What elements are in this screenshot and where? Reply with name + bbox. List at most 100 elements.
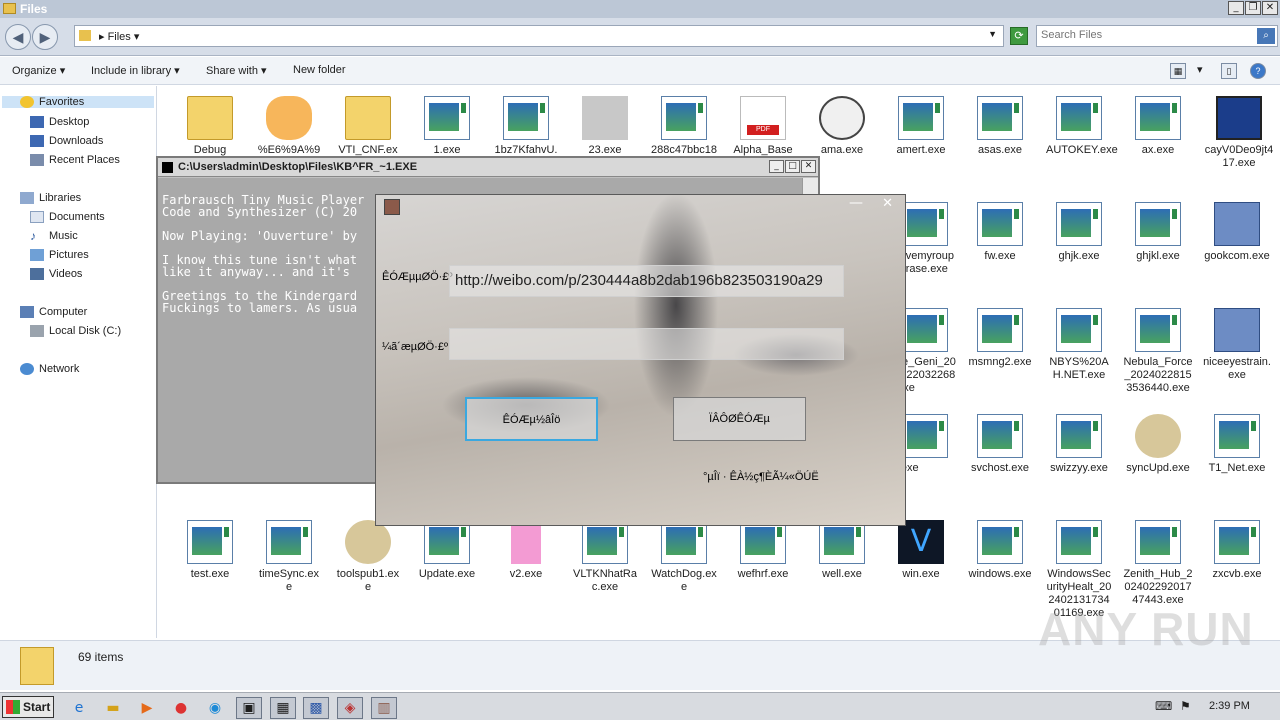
view-icon[interactable]: ▦ bbox=[1170, 63, 1186, 79]
file-item[interactable]: toolspub1.exe bbox=[330, 520, 406, 594]
search-input[interactable] bbox=[1041, 29, 1251, 41]
file-item[interactable]: 23.exe bbox=[567, 96, 643, 157]
nav-computer[interactable]: Computer bbox=[20, 306, 87, 318]
nav-recent-places[interactable]: Recent Places bbox=[30, 154, 120, 166]
nav-music[interactable]: ♪ Music bbox=[30, 230, 78, 242]
file-item[interactable]: syncUpd.exe bbox=[1120, 414, 1196, 475]
folder-icon bbox=[345, 96, 391, 140]
minimize-button[interactable]: _ bbox=[769, 160, 784, 173]
file-item[interactable]: Update.exe bbox=[409, 520, 485, 581]
edge-icon[interactable]: ◉ bbox=[202, 697, 228, 719]
preview-pane-icon[interactable]: ▯ bbox=[1221, 63, 1237, 79]
file-item[interactable]: ghjk.exe bbox=[1041, 202, 1117, 263]
file-item[interactable]: gookcom.exe bbox=[1199, 202, 1275, 263]
share-with-menu[interactable]: Share with ▾ bbox=[206, 64, 267, 77]
explorer-titlebar[interactable]: Files _ ❐ ✕ bbox=[0, 0, 1280, 18]
minimize-button[interactable]: _ bbox=[1228, 1, 1244, 15]
url-input[interactable]: http://weibo.com/p/230444a8b2dab196b8235… bbox=[449, 265, 844, 297]
parse-button[interactable]: ÊÓÆµ½âÎö bbox=[465, 397, 598, 441]
taskbar-app-icon[interactable]: ◈ bbox=[337, 697, 363, 719]
explorer-icon[interactable]: ▬ bbox=[100, 697, 126, 719]
console-title: C:\Users\admin\Desktop\Files\KB^FR_~1.EX… bbox=[178, 161, 418, 173]
file-item[interactable]: %E6%9A%9 bbox=[251, 96, 327, 157]
include-library-menu[interactable]: Include in library ▾ bbox=[91, 64, 180, 77]
file-item[interactable]: VTI_CNF.ex bbox=[330, 96, 406, 157]
file-item[interactable]: svchost.exe bbox=[962, 414, 1038, 475]
file-item[interactable]: T1_Net.exe bbox=[1199, 414, 1275, 475]
refresh-icon[interactable]: ⟳ bbox=[1010, 27, 1028, 45]
file-item[interactable]: ghjkl.exe bbox=[1120, 202, 1196, 263]
file-item[interactable]: AUTOKEY.exe bbox=[1041, 96, 1118, 157]
file-item[interactable]: timeSync.exe bbox=[251, 520, 327, 594]
taskbar-app-icon[interactable]: ▦ bbox=[270, 697, 296, 719]
file-item[interactable]: swizzyy.exe bbox=[1041, 414, 1117, 475]
restore-button[interactable]: ❐ bbox=[1245, 1, 1261, 15]
nav-downloads[interactable]: Downloads bbox=[30, 135, 103, 147]
close-button[interactable]: ✕ bbox=[1262, 1, 1278, 15]
nav-documents[interactable]: Documents bbox=[30, 211, 105, 223]
file-item[interactable]: 1.exe bbox=[409, 96, 485, 157]
file-item[interactable]: 288c47bbc18 bbox=[646, 96, 722, 157]
file-item[interactable]: msmng2.exe bbox=[962, 308, 1038, 369]
taskbar-app-icon[interactable]: ▩ bbox=[303, 697, 329, 719]
file-item[interactable]: zxcvb.exe bbox=[1199, 520, 1275, 581]
console-titlebar[interactable]: C:\Users\admin\Desktop\Files\KB^FR_~1.EX… bbox=[158, 158, 818, 177]
view-dropdown-icon[interactable]: ▾ bbox=[1197, 63, 1203, 76]
file-item[interactable]: Debug bbox=[172, 96, 248, 157]
nav-network[interactable]: Network bbox=[20, 363, 79, 375]
close-button[interactable]: ✕ bbox=[882, 196, 893, 211]
nav-desktop[interactable]: Desktop bbox=[30, 116, 89, 128]
download-button[interactable]: ÏÂÔØÊÓÆµ bbox=[673, 397, 806, 441]
keyboard-icon[interactable]: ⌨ bbox=[1155, 699, 1172, 713]
nav-videos[interactable]: Videos bbox=[30, 268, 82, 280]
file-item[interactable]: ax.exe bbox=[1120, 96, 1196, 157]
file-item[interactable]: WatchDog.exe bbox=[646, 520, 722, 594]
file-item[interactable]: cayV0Deo9jt417.exe bbox=[1199, 96, 1279, 170]
file-item[interactable]: well.exe bbox=[804, 520, 880, 581]
file-item[interactable]: fw.exe bbox=[962, 202, 1038, 263]
file-item[interactable]: Nebula_Force_20240228153536440.exe bbox=[1120, 308, 1196, 395]
maximize-button[interactable]: □ bbox=[785, 160, 800, 173]
media-player-icon[interactable]: ▶ bbox=[134, 697, 160, 719]
file-item[interactable]: windows.exe bbox=[962, 520, 1038, 581]
new-folder-button[interactable]: New folder bbox=[293, 64, 346, 76]
organize-menu[interactable]: Organize ▾ bbox=[12, 64, 65, 77]
v-logo-icon: V bbox=[898, 520, 944, 564]
start-button[interactable]: Start bbox=[2, 696, 54, 718]
save-path-input[interactable] bbox=[449, 328, 844, 360]
taskbar-app-icon[interactable]: ▣ bbox=[236, 697, 262, 719]
exe-icon bbox=[661, 520, 707, 564]
file-item[interactable]: niceeyestrain.exe bbox=[1199, 308, 1275, 382]
file-item[interactable]: NBYS%20AH.NET.exe bbox=[1041, 308, 1117, 382]
flag-icon[interactable]: ⚑ bbox=[1180, 699, 1191, 713]
search-icon[interactable]: ⌕ bbox=[1257, 28, 1275, 44]
search-box[interactable]: ⌕ bbox=[1036, 25, 1278, 47]
back-button[interactable]: ◀ bbox=[5, 24, 31, 50]
file-item[interactable]: wefhrf.exe bbox=[725, 520, 801, 581]
help-icon[interactable]: ? bbox=[1250, 63, 1266, 79]
minimize-button[interactable]: — bbox=[849, 195, 863, 211]
nav-favorites[interactable]: Favorites bbox=[2, 96, 154, 108]
path-box[interactable]: ▸ Files ▾ ▼ bbox=[74, 25, 1004, 47]
file-item[interactable]: v2.exe bbox=[488, 520, 564, 581]
nav-libraries[interactable]: Libraries bbox=[20, 192, 81, 204]
file-item[interactable]: asas.exe bbox=[962, 96, 1038, 157]
file-item[interactable]: test.exe bbox=[172, 520, 248, 581]
taskbar-app-icon[interactable]: ▥ bbox=[371, 697, 397, 719]
file-item[interactable]: Alpha_Base bbox=[725, 96, 801, 157]
chevron-down-icon[interactable]: ▼ bbox=[988, 29, 997, 39]
file-item[interactable]: amert.exe bbox=[883, 96, 959, 157]
file-item[interactable]: 1bz7KfahvU. bbox=[488, 96, 564, 157]
ie-icon[interactable]: e bbox=[66, 697, 92, 719]
nav-pictures[interactable]: Pictures bbox=[30, 249, 89, 261]
file-item[interactable]: Zenith_Hub_20240229201747443.exe bbox=[1120, 520, 1196, 607]
nav-local-disk[interactable]: Local Disk (C:) bbox=[30, 325, 121, 337]
chrome-icon[interactable]: ● bbox=[168, 697, 194, 719]
forward-button[interactable]: ▶ bbox=[32, 24, 58, 50]
file-item[interactable]: Vwin.exe bbox=[883, 520, 959, 581]
close-button[interactable]: ✕ bbox=[801, 160, 816, 173]
exe-icon bbox=[1056, 520, 1102, 564]
file-item[interactable]: ama.exe bbox=[804, 96, 880, 157]
clock[interactable]: 2:39 PM bbox=[1209, 700, 1250, 712]
file-item[interactable]: VLTKNhatRac.exe bbox=[567, 520, 643, 594]
